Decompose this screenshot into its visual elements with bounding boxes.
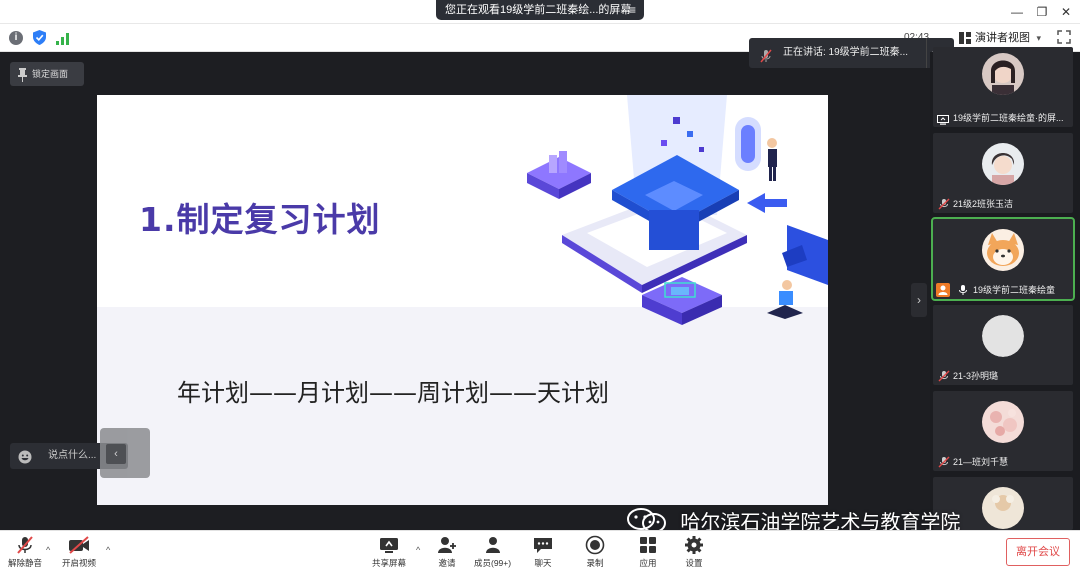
invite-label: 邀请 — [438, 558, 456, 568]
participant-label: 21-3孙明璐 — [933, 367, 1073, 385]
emoji-icon[interactable] — [18, 449, 32, 464]
participant-label: 19级学前二班秦绘童 — [933, 281, 1073, 299]
record-icon — [585, 535, 605, 555]
members-label: 成员(99+) — [474, 558, 512, 568]
record-label: 录制 — [586, 558, 604, 568]
lock-screen-label: 锁定画面 — [32, 69, 69, 79]
avatar — [982, 487, 1024, 529]
participant-tile[interactable]: 21级2班张玉洁 — [933, 133, 1073, 213]
graduation-illustration — [517, 95, 828, 335]
participant-name: 21级2班张玉洁 — [953, 199, 1014, 209]
invite-button[interactable]: 邀请 — [436, 535, 458, 569]
avatar — [982, 143, 1024, 185]
signal-icon[interactable] — [56, 32, 70, 45]
video-off-icon — [69, 536, 89, 554]
participant-label: 21级2班张玉洁 — [933, 195, 1073, 213]
settings-button[interactable]: 设置 — [683, 535, 705, 569]
leave-meeting-button[interactable]: 离开会议 — [1006, 538, 1070, 566]
lock-screen-button[interactable]: 锁定画面 — [10, 62, 84, 86]
apps-icon — [640, 537, 656, 553]
mic-muted-icon — [938, 370, 950, 382]
speaking-text: 正在讲话: 19级学前二班秦... — [783, 47, 909, 58]
security-shield-icon[interactable] — [33, 30, 46, 45]
restore-icon[interactable]: ❐ — [1035, 5, 1049, 19]
mic-muted-icon — [759, 46, 773, 63]
chevron-up-icon[interactable]: ^ — [106, 545, 110, 555]
pin-icon — [18, 67, 27, 82]
participant-name: 21—班刘千慧 — [953, 457, 1009, 467]
gear-icon — [685, 536, 703, 554]
active-speaker-bar: 正在讲话: 19级学前二班秦... ↶ — [749, 38, 954, 68]
chat-icon — [534, 538, 552, 553]
chevron-left-icon: ‹ — [106, 444, 126, 464]
members-icon — [485, 537, 500, 553]
avatar — [982, 229, 1024, 271]
mic-muted-icon — [938, 198, 950, 210]
record-button[interactable]: 录制 — [584, 535, 606, 569]
start-video-button[interactable]: 开启视频 — [62, 535, 96, 569]
view-mode-label: 演讲者视图 — [975, 32, 1030, 44]
participant-tile[interactable]: 19级学前二班秦绘童·的屏... — [933, 47, 1073, 127]
layout-icon — [959, 32, 971, 44]
share-banner-text: 您正在观看19级学前二班秦绘...的屏幕 — [445, 4, 632, 16]
participant-label: 21—班刘千慧 — [933, 453, 1073, 471]
participant-tile[interactable]: 21—班刘千慧 — [933, 391, 1073, 471]
mic-icon — [957, 284, 969, 296]
chevron-up-icon[interactable]: ^ — [416, 545, 420, 555]
apps-button[interactable]: 应用 — [637, 535, 659, 569]
share-banner[interactable]: 您正在观看19级学前二班秦绘...的屏幕 ≡ — [436, 0, 644, 20]
fullscreen-icon[interactable] — [1057, 30, 1071, 44]
participant-name: 19级学前二班秦绘童·的屏... — [953, 113, 1064, 123]
minimize-icon[interactable]: — — [1010, 5, 1024, 19]
mic-muted-icon — [938, 456, 950, 468]
slide-subtitle: 年计划——月计划——周计划——天计划 — [177, 379, 609, 407]
chat-placeholder: 说点什么... — [48, 450, 97, 461]
share-screen-button[interactable]: 共享屏幕 — [372, 535, 406, 569]
chevron-down-icon: ▾ — [1036, 33, 1041, 43]
participant-label: 19级学前二班秦绘童·的屏... — [933, 109, 1073, 127]
banner-menu-icon[interactable]: ≡ — [629, 0, 636, 20]
speaker-view-button[interactable]: 演讲者视图 ▾ — [955, 29, 1045, 47]
share-screen-icon — [380, 538, 398, 553]
meeting-toolbar: 解除静音 ^ 开启视频 ^ 共享屏幕 ^ 邀请 成员(99+) 聊天 录制 应用… — [0, 530, 1080, 573]
members-button[interactable]: 成员(99+) — [474, 535, 511, 569]
invite-user-icon — [438, 537, 456, 553]
share-screen-label: 共享屏幕 — [372, 558, 407, 568]
unmute-label: 解除静音 — [8, 558, 43, 568]
participant-tile[interactable]: 21-3孙明璐 — [933, 305, 1073, 385]
apps-label: 应用 — [639, 558, 657, 568]
presentation-slide: 1.制定复习计划 年计划——月计划——周计划——天计划 — [97, 95, 828, 505]
panel-toggle-button[interactable]: › — [911, 283, 927, 317]
title-bar: 您正在观看19级学前二班秦绘...的屏幕 ≡ — ❐ ✕ — [0, 0, 1080, 24]
chat-collapse-button[interactable]: ‹ — [100, 428, 150, 478]
chevron-up-icon[interactable]: ^ — [46, 545, 50, 555]
start-video-label: 开启视频 — [62, 558, 97, 568]
settings-label: 设置 — [685, 558, 703, 568]
avatar — [982, 315, 1024, 357]
participant-name: 21-3孙明璐 — [953, 371, 999, 381]
info-icon[interactable]: i — [9, 31, 23, 45]
avatar — [982, 53, 1024, 95]
avatar — [982, 401, 1024, 443]
close-icon[interactable]: ✕ — [1059, 5, 1073, 19]
host-icon — [936, 283, 950, 297]
mic-muted-icon — [17, 536, 33, 554]
chat-button[interactable]: 聊天 — [532, 535, 554, 569]
participant-tile-active[interactable]: 19级学前二班秦绘童 — [931, 217, 1075, 301]
slide-title: 1.制定复习计划 — [139, 200, 381, 239]
participant-name: 19级学前二班秦绘童 — [973, 285, 1056, 295]
chat-label: 聊天 — [534, 558, 552, 568]
share-icon — [937, 113, 949, 125]
unmute-button[interactable]: 解除静音 — [8, 535, 42, 569]
